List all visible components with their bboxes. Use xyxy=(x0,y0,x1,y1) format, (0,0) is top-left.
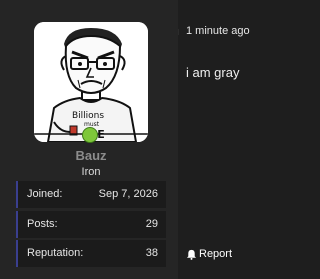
cartoon-man-avatar-icon: Billions must DIE xyxy=(34,22,148,142)
stat-value: 29 xyxy=(145,218,158,230)
stat-label: Joined: xyxy=(27,188,63,200)
user-panel: Billions must DIE Bauz Iron Joined: Sep … xyxy=(0,0,178,279)
post-timestamp[interactable]: 1 minute ago xyxy=(186,25,250,37)
stat-label: Posts: xyxy=(27,218,58,230)
bell-icon xyxy=(186,249,197,260)
avatar[interactable]: Billions must DIE xyxy=(34,22,148,142)
stat-row-reputation: Reputation: 38 xyxy=(16,240,166,267)
report-label: Report xyxy=(199,248,233,260)
user-rank: Iron xyxy=(81,166,101,178)
svg-text:Billions: Billions xyxy=(72,111,104,121)
username[interactable]: Bauz xyxy=(0,148,182,163)
post-pointer xyxy=(178,29,185,35)
stat-value: 38 xyxy=(145,247,158,259)
stat-row-joined: Joined: Sep 7, 2026 xyxy=(16,181,166,208)
stat-label: Reputation: xyxy=(27,247,84,259)
stat-row-posts: Posts: 29 xyxy=(16,211,166,238)
post-body: i am gray xyxy=(186,65,240,80)
stat-value: Sep 7, 2026 xyxy=(98,188,158,200)
online-status-dot xyxy=(82,127,98,143)
report-button[interactable]: Report xyxy=(186,248,232,260)
